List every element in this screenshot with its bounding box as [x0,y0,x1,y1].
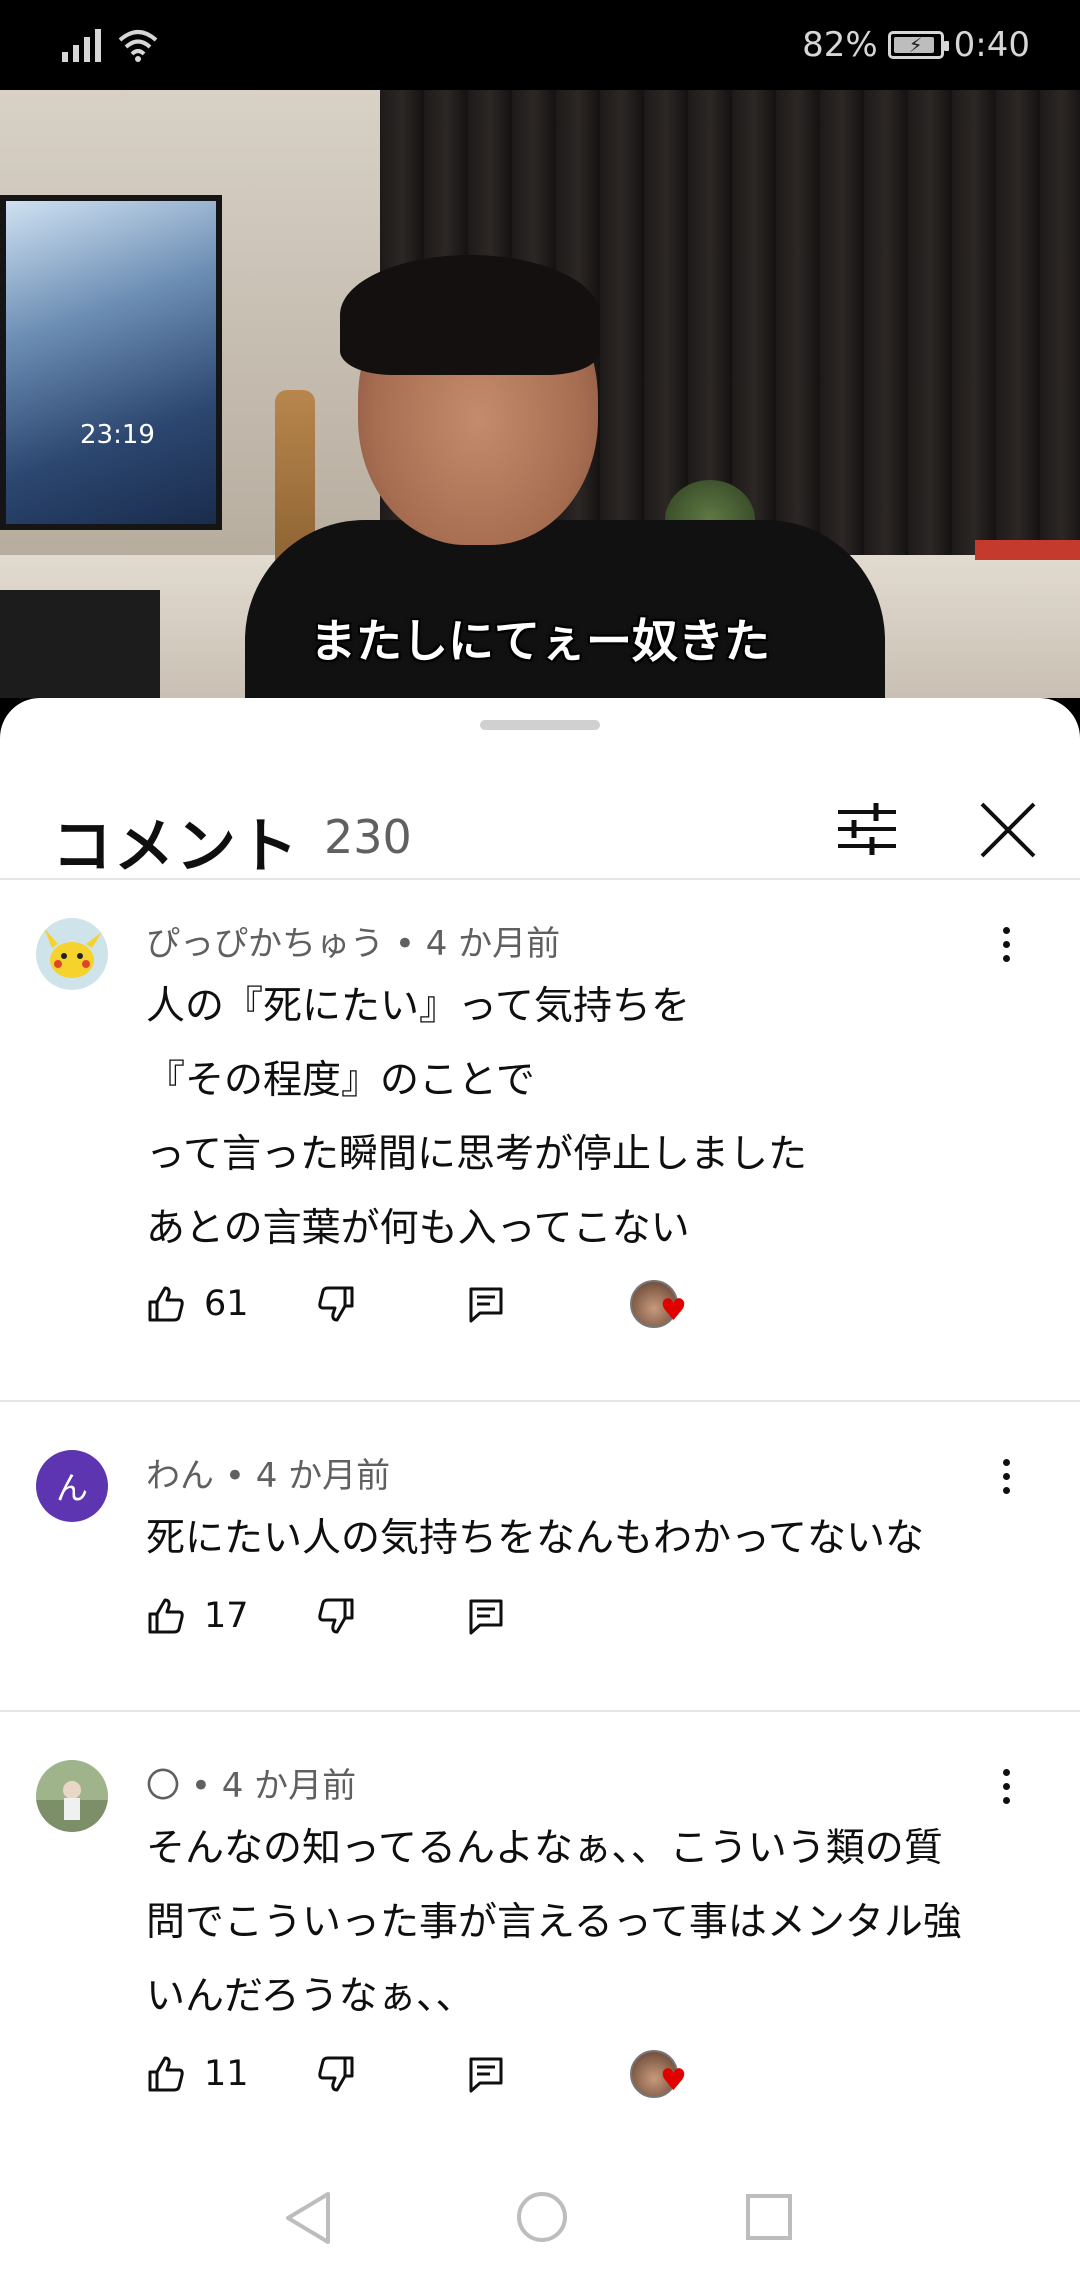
more-vert-icon [1002,1458,1010,1466]
comment-time: 4 か月前 [221,1766,357,1806]
back-triangle-icon [286,2192,330,2244]
like-button[interactable]: 11 [146,2044,249,2104]
nav-recents-button[interactable] [744,2192,794,2242]
avatar[interactable] [36,1760,108,1832]
video-subtitle: またしにてぇー奴きた [310,614,770,668]
nav-home-button[interactable] [515,2190,569,2244]
meta-separator: • [224,1456,256,1496]
comment-line: 『その程度』のことで [146,1058,535,1103]
thumbs-down-icon [318,2056,354,2092]
person-hair [340,255,600,375]
comment-author[interactable]: ぴっぴかちゅう [146,924,384,964]
dislike-button[interactable] [316,2044,356,2104]
thumbs-up-icon [148,1286,184,1322]
comment-meta: ぴっぴかちゅう • 4 か月前 [146,916,560,965]
comment-line: いんだろうなぁ、、 [146,1974,475,2019]
avatar[interactable]: ん [36,1450,108,1522]
creator-heart: ♥ [630,2044,692,2104]
sliders-icon [838,803,896,855]
heart-icon: ♥ [660,1293,687,1328]
nav-back-button[interactable] [282,2190,336,2246]
battery-icon: ⚡ [887,31,949,59]
thumbs-up-icon [148,2056,184,2092]
system-navigation-bar [0,2150,1080,2280]
more-vert-icon [1002,926,1010,934]
dislike-button[interactable] [316,1586,356,1646]
meta-separator: • [394,924,426,964]
close-icon [980,802,1036,858]
tv-clock-text: 23:19 [80,420,155,450]
thumbs-down-icon [318,1598,354,1634]
comments-title: コメント [52,812,300,882]
creator-heart: ♥ [630,1274,692,1334]
comment-time: 4 か月前 [255,1456,391,1496]
reply-icon [469,2057,503,2093]
reply-button[interactable] [466,2044,506,2104]
comment-meta: 〇 • 4 か月前 [146,1758,356,1807]
more-vert-icon [1002,1768,1010,1776]
signal-icon [62,29,101,62]
thumbs-down-icon [318,1286,354,1322]
comment-line: 問でこういった事が言えるって事はメンタル強 [146,1900,962,1945]
clock: 0:40 [953,25,1030,65]
reply-icon [469,1287,503,1323]
thumbs-up-icon [148,1598,184,1634]
heart-icon: ♥ [660,2063,687,2098]
screen: 82% ⚡ 0:40 23:19 またしにてぇー奴きた コメント 230 ぴっぴ… [0,0,1080,2280]
video-player[interactable]: 23:19 またしにてぇー奴きた [0,90,1080,698]
close-button[interactable] [972,794,1044,866]
comment-meta: わん • 4 か月前 [146,1448,390,1497]
comment-line: あとの言葉が何も入ってこない [146,1206,690,1251]
more-options-button[interactable] [984,1756,1028,1816]
red-box [975,540,1080,560]
more-options-button[interactable] [984,1446,1028,1506]
like-count: 17 [204,1596,249,1636]
comments-count: 230 [324,810,412,864]
header-divider [0,878,1080,880]
dislike-button[interactable] [316,1274,356,1334]
reply-button[interactable] [466,1586,506,1646]
comment-line: そんなの知ってるんよなぁ、、こういう類の質 [146,1826,943,1871]
comment-time: 4 か月前 [425,924,561,964]
sheet-drag-handle[interactable] [480,720,600,730]
recents-square-icon [746,2194,792,2240]
comment-author[interactable]: わん [146,1456,214,1496]
more-options-button[interactable] [984,914,1028,974]
comment-line: 人の『死にたい』って気持ちを [146,984,691,1029]
comment-divider [0,1400,1080,1402]
comments-header: コメント 230 [0,758,1080,898]
avatar-letter: ん [55,1469,88,1507]
comment-author[interactable]: 〇 [146,1766,180,1806]
comment-actions: 17 [146,1586,1046,1646]
avatar[interactable] [36,918,108,990]
like-count: 11 [204,2054,249,2094]
reply-button[interactable] [466,1274,506,1334]
wifi-icon [118,30,158,62]
status-bar: 82% ⚡ 0:40 [0,0,1080,90]
home-circle-icon [517,2192,567,2242]
like-count: 61 [204,1284,249,1324]
comment-line: って言った瞬間に思考が停止しました [146,1132,808,1177]
meta-separator: • [190,1766,222,1806]
comment-text: そんなの知ってるんよなぁ、、こういう類の質 問でこういった事が言えるって事はメン… [146,1812,1046,2034]
comment-text: 死にたい人の気持ちをなんもわかってないな [146,1502,1046,1576]
comment-line: 死にたい人の気持ちをなんもわかってないな [146,1516,925,1561]
comment-actions: 61 ♥ [146,1274,1046,1334]
video-frame-tv [0,195,222,530]
like-button[interactable]: 61 [146,1274,249,1334]
comment-actions: 11 ♥ [146,2044,1046,2104]
reply-icon [469,1599,503,1635]
sort-filter-button[interactable] [832,794,902,864]
comment-divider [0,1710,1080,1712]
comment-text: 人の『死にたい』って気持ちを 『その程度』のことで って言った瞬間に思考が停止し… [146,970,1046,1266]
like-button[interactable]: 17 [146,1586,249,1646]
battery-percent: 82% [802,25,878,65]
comments-sheet: コメント 230 ぴっぴかちゅう • 4 か月前 人の『死にたい』って気持ちを … [0,698,1080,2280]
